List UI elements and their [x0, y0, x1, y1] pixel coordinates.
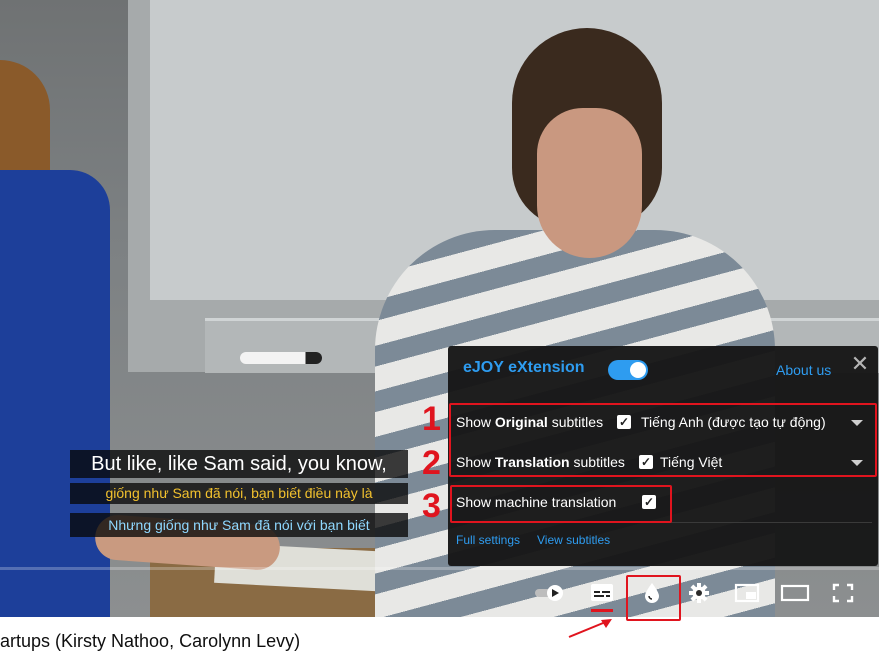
- miniplayer-icon[interactable]: [730, 578, 764, 608]
- left-person: [0, 170, 110, 617]
- subtitles-icon[interactable]: [585, 578, 619, 608]
- video-title[interactable]: artups (Kirsty Nathoo, Carolynn Levy): [0, 631, 300, 652]
- subtitles-active-indicator: [591, 609, 613, 612]
- marker: [240, 352, 322, 364]
- theater-mode-icon[interactable]: [778, 578, 812, 608]
- speaker-face: [537, 108, 642, 258]
- close-icon[interactable]: ✕: [850, 353, 870, 375]
- progress-bar[interactable]: [0, 567, 879, 570]
- annotation-number-1: 1: [422, 400, 441, 438]
- full-settings-link[interactable]: Full settings: [456, 533, 520, 547]
- ejoy-enable-toggle[interactable]: [608, 360, 648, 380]
- annotation-box-ejoy-button: [626, 575, 681, 621]
- autoplay-toggle-icon[interactable]: [533, 578, 567, 608]
- panel-title: eJOY eXtension: [463, 359, 585, 376]
- annotation-number-2: 2: [422, 444, 441, 482]
- subtitle-machine-translation: Nhưng giống như Sam đã nói với bạn biết: [70, 513, 408, 537]
- annotation-box-subtitle-settings: [449, 403, 877, 477]
- subtitle-translation: giống như Sam đã nói, bạn biết điều này …: [70, 483, 408, 504]
- fullscreen-icon[interactable]: [826, 578, 860, 608]
- annotation-box-machine-translation: [450, 485, 672, 523]
- view-subtitles-link[interactable]: View subtitles: [537, 533, 610, 547]
- settings-gear-icon[interactable]: [682, 578, 716, 608]
- annotation-number-3: 3: [422, 487, 441, 525]
- about-us-link[interactable]: About us: [776, 362, 831, 378]
- annotation-arrow-icon: [568, 619, 612, 638]
- toggle-knob: [630, 362, 646, 378]
- subtitle-original: But like, like Sam said, you know,: [70, 450, 408, 478]
